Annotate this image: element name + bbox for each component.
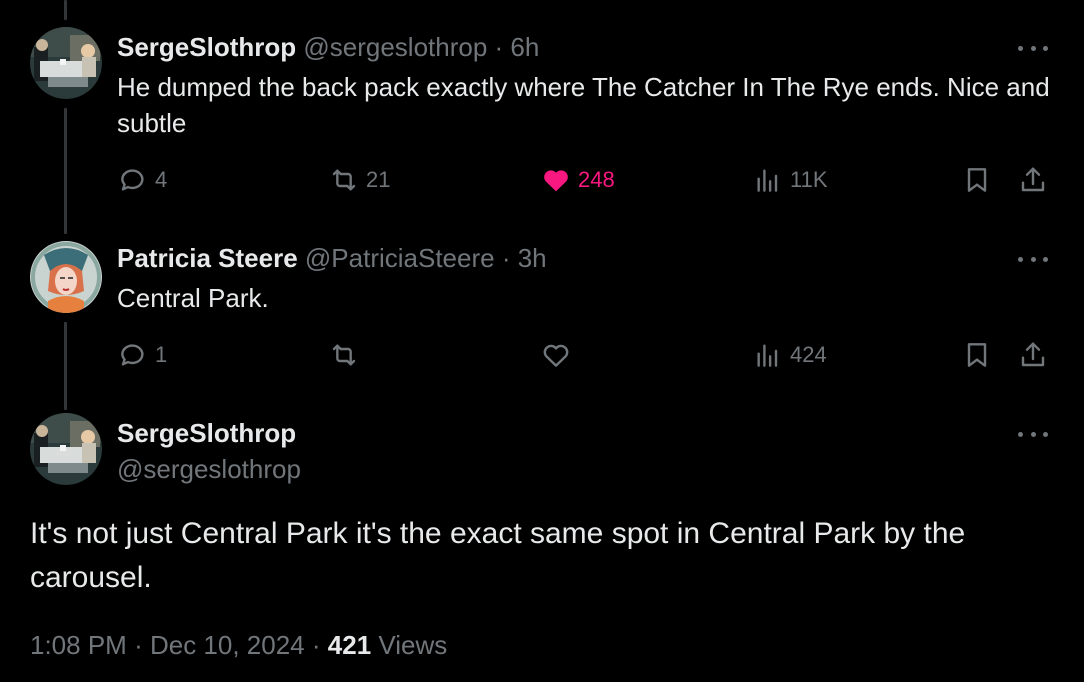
heart-filled-icon xyxy=(544,170,568,192)
reply-count: 1 xyxy=(155,342,168,367)
thread-line xyxy=(64,0,67,20)
thread-line xyxy=(64,322,67,410)
share-button[interactable] xyxy=(1017,339,1049,371)
like-button[interactable]: 248 xyxy=(540,164,615,196)
reply-button[interactable]: 1 xyxy=(117,339,167,371)
bookmark-button[interactable] xyxy=(961,164,993,196)
bookmark-icon xyxy=(967,343,987,367)
tweet-text: He dumped the back pack exactly where Th… xyxy=(117,72,1050,138)
like-count: 248 xyxy=(578,167,615,192)
tweet-meta: 1:08 PM · Dec 10, 2024 · 421 Views xyxy=(30,630,448,660)
heart-icon xyxy=(543,344,569,367)
views-button[interactable]: 11K xyxy=(752,164,828,196)
retweet-icon xyxy=(332,344,356,366)
views-count: 421 xyxy=(327,630,372,660)
tweet-header: Patricia Steere @PatriciaSteere · 3h xyxy=(117,242,547,274)
tweet-time[interactable]: · 6h xyxy=(495,32,540,62)
tweet-text: Central Park. xyxy=(117,283,269,313)
like-button[interactable] xyxy=(540,339,578,371)
views-icon xyxy=(757,169,778,192)
main-tweet-text: It's not just Central Park it's the exac… xyxy=(30,517,966,594)
tweet-date[interactable]: Dec 10, 2024 xyxy=(150,630,305,660)
author-handle[interactable]: @PatriciaSteere xyxy=(305,243,495,273)
retweet-count: 21 xyxy=(366,167,391,192)
author-name[interactable]: Patricia Steere xyxy=(117,243,298,273)
views-icon xyxy=(757,344,778,367)
retweet-icon xyxy=(332,169,356,191)
avatar[interactable] xyxy=(30,413,102,485)
avatar[interactable] xyxy=(30,241,102,313)
retweet-button[interactable] xyxy=(328,339,366,371)
tweet-time[interactable]: 1:08 PM xyxy=(30,630,127,660)
more-options-icon[interactable] xyxy=(1018,42,1048,54)
bookmark-icon xyxy=(967,168,987,192)
views-count: 11K xyxy=(790,167,828,192)
share-button[interactable] xyxy=(1017,164,1049,196)
retweet-button[interactable]: 21 xyxy=(328,164,390,196)
share-icon xyxy=(1021,342,1045,367)
views-label: Views xyxy=(378,630,448,660)
reply-button[interactable]: 4 xyxy=(117,164,167,196)
more-options-icon[interactable] xyxy=(1018,428,1048,440)
reply-icon xyxy=(121,344,144,366)
tweet-time[interactable]: · 3h xyxy=(502,243,547,273)
more-options-icon[interactable] xyxy=(1018,253,1048,265)
bookmark-button[interactable] xyxy=(961,339,993,371)
views-count: 424 xyxy=(790,342,827,367)
views-button[interactable]: 424 xyxy=(752,339,827,371)
thread-line xyxy=(64,108,67,234)
reply-icon xyxy=(121,169,144,191)
author-handle[interactable]: @sergeslothrop xyxy=(303,32,487,62)
share-icon xyxy=(1021,167,1045,192)
avatar[interactable] xyxy=(30,27,102,99)
main-author-name[interactable]: SergeSlothrop xyxy=(117,417,296,449)
tweet-header: SergeSlothrop @sergeslothrop · 6h xyxy=(117,31,539,63)
author-name[interactable]: SergeSlothrop xyxy=(117,32,296,62)
reply-count: 4 xyxy=(155,167,168,192)
main-author-handle[interactable]: @sergeslothrop xyxy=(117,453,301,485)
